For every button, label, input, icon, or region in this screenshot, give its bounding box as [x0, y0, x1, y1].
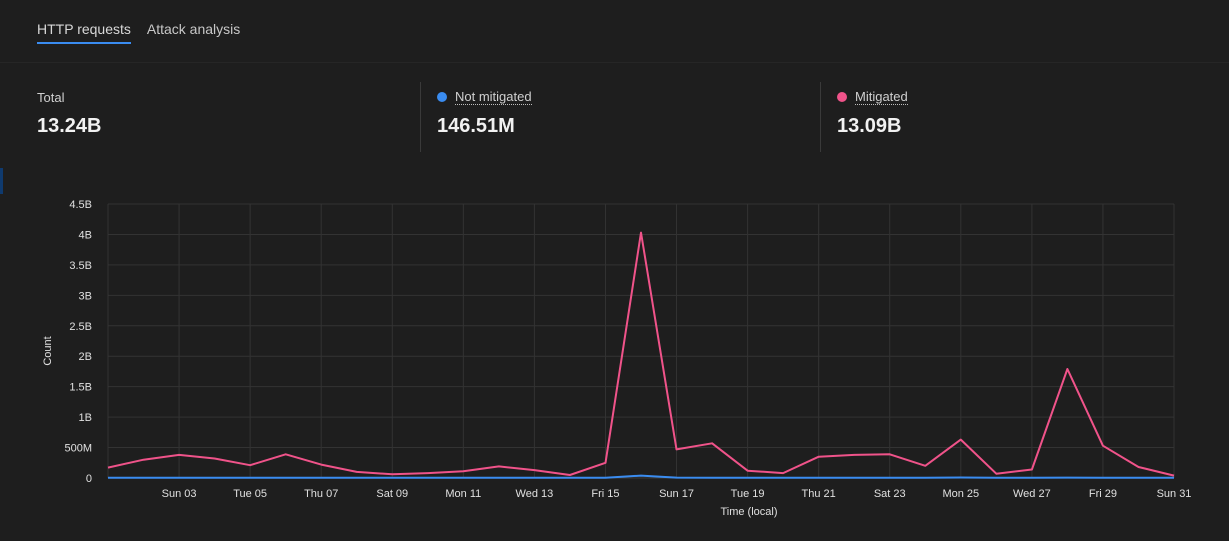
tab-bar: HTTP requests Attack analysis: [37, 21, 240, 44]
mitigated-series-line: [107, 231, 1175, 477]
y-axis-title: Count: [42, 336, 54, 365]
y-tick-label: 3.5B: [69, 260, 92, 272]
stat-divider: [820, 82, 821, 152]
http-requests-line-chart[interactable]: 0 500M 1B 1.5B 2B 2.5B 3B 3.5B 4B 4.5B Sun 03 Tue 0…: [0, 190, 1229, 530]
tab-attack-analysis[interactable]: Attack analysis: [147, 21, 240, 44]
stat-total: Total 13.24B: [37, 88, 102, 138]
stat-not-mitigated: Not mitigated 146.51M: [437, 88, 532, 138]
http-requests-dashboard: HTTP requests Attack analysis Total 13.2…: [0, 0, 1229, 541]
x-tick-label: Sat 09: [376, 488, 408, 500]
stat-mitigated-label[interactable]: Mitigated: [855, 89, 908, 105]
y-tick-label: 2B: [79, 351, 92, 363]
x-tick-label: Fri 15: [591, 488, 619, 500]
x-tick-label: Tue 19: [731, 488, 765, 500]
stat-total-value: 13.24B: [37, 115, 102, 137]
x-tick-label: Sun 17: [659, 488, 694, 500]
x-tick-label: Sat 23: [874, 488, 906, 500]
y-tick-label: 3B: [79, 290, 92, 302]
x-tick-label: Mon 11: [445, 488, 481, 500]
stat-not-mitigated-label[interactable]: Not mitigated: [455, 89, 532, 105]
x-tick-label: Thu 21: [802, 488, 836, 500]
not-mitigated-series-line: [108, 474, 1174, 479]
y-tick-label: 1.5B: [69, 382, 92, 394]
stat-mitigated-value: 13.09B: [837, 115, 902, 137]
x-tick-label: Tue 05: [233, 488, 267, 500]
y-tick-label: 1B: [79, 412, 92, 424]
y-tick-label: 2.5B: [69, 321, 92, 333]
x-axis-title: Time (local): [720, 506, 777, 518]
y-tick-label: 4.5B: [69, 199, 92, 211]
x-tick-label: Wed 13: [516, 488, 554, 500]
x-tick-label: Wed 27: [1013, 488, 1051, 500]
x-tick-label: Thu 07: [304, 488, 338, 500]
x-tick-label: Sun 31: [1157, 488, 1192, 500]
y-tick-label: 4B: [79, 229, 92, 241]
stat-not-mitigated-value: 146.51M: [437, 115, 515, 137]
not-mitigated-legend-dot-icon: [437, 92, 447, 102]
y-tick-label: 500M: [64, 443, 92, 455]
x-tick-label: Mon 25: [942, 488, 979, 500]
stat-mitigated: Mitigated 13.09B: [837, 88, 908, 138]
y-tick-label: 0: [86, 473, 92, 485]
tab-http-requests[interactable]: HTTP requests: [37, 21, 131, 44]
stat-total-label: Total: [37, 89, 65, 105]
x-tick-label: Fri 29: [1089, 488, 1117, 500]
header-divider: [0, 62, 1229, 63]
stat-divider: [420, 82, 421, 152]
x-tick-label: Sun 03: [162, 488, 197, 500]
mitigated-legend-dot-icon: [837, 92, 847, 102]
